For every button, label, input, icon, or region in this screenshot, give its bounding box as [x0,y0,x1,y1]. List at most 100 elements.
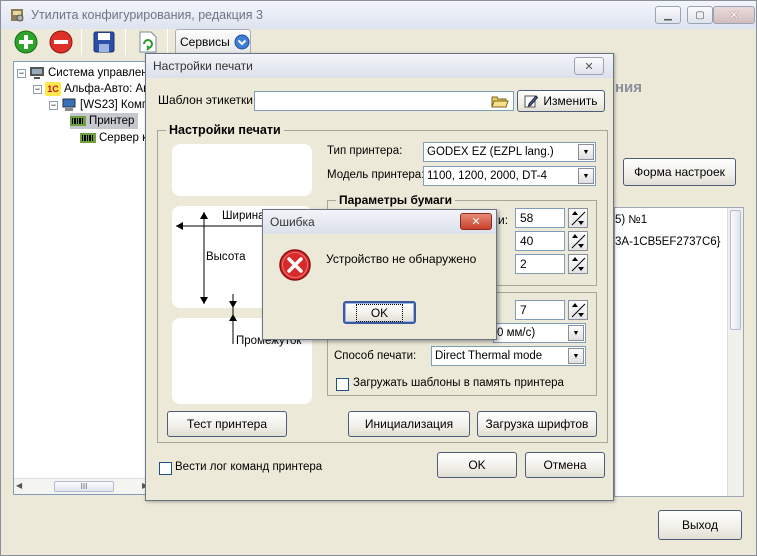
edit-icon [524,95,539,108]
error-icon [279,249,311,281]
load-fonts-button[interactable]: Загрузка шрифтов [477,411,597,437]
list-item: 5) №1 [615,214,648,226]
chevron-down-icon[interactable]: ▼ [578,144,594,160]
list-vertical-scrollbar[interactable] [727,208,743,496]
minimize-icon: ▁ [664,9,672,21]
printer-model-select[interactable]: 1100, 1200, 2000, DT-4 ▼ [423,166,596,186]
template-field[interactable] [254,91,514,111]
paper-width-input[interactable]: 58 [515,208,565,228]
paper-width-label: и: [498,213,509,227]
collapse-icon[interactable]: − [49,100,58,110]
load-templates-checkbox[interactable] [336,378,349,391]
label-diagram-top [172,144,312,196]
printer-model-label: Модель принтера: [327,169,425,181]
printer-type-select[interactable]: GODEX EZ (EZPL lang.) ▼ [423,142,596,162]
printer-type-label: Тип принтера: [327,145,403,157]
change-template-button[interactable]: Изменить [517,90,605,112]
tree-item-server[interactable]: Сервер к [80,130,147,146]
paper-gap-spinner[interactable] [568,254,588,274]
close-icon: ✕ [471,216,481,228]
error-message: Устройство не обнаружено [326,252,477,266]
tree-item-system[interactable]: − Система управлен [17,65,148,81]
barcode-printer-icon [70,114,86,128]
add-icon [14,30,38,54]
main-titlebar[interactable]: Утилита конфигурирования, редакция 3 ▁ ▢… [1,1,756,29]
spinner-icon [571,257,586,272]
details-list[interactable]: 5) №1 3A-1CB5EF2737C6} [614,207,744,497]
collapse-icon[interactable]: − [33,84,42,94]
chevron-down-icon[interactable]: ▼ [568,325,584,341]
app-icon [11,9,24,22]
diagram-height-label: Высота [206,251,246,263]
scrollbar-thumb[interactable] [730,210,741,330]
minimize-button[interactable]: ▁ [655,6,681,24]
maximize-button[interactable]: ▢ [687,6,713,24]
delete-icon [49,30,73,54]
exit-button[interactable]: Выход [658,510,742,540]
chevron-down-icon[interactable]: ▼ [578,168,594,184]
test-printer-button[interactable]: Тест принтера [167,411,287,437]
refresh-button[interactable] [134,29,162,55]
tree-view[interactable]: − Система управлен − 1С Альфа-Авто: Ав −… [13,61,155,495]
template-label: Шаблон этикетки: [158,93,257,107]
print-speed-spinner[interactable] [568,300,588,320]
tree-item-label: Альфа-Авто: Ав [64,83,150,95]
dialog-title: Настройки печати [153,59,253,73]
save-button[interactable] [90,29,118,55]
tree-horizontal-scrollbar[interactable]: ◀ III ▶ [14,478,154,494]
print-method-select[interactable]: Direct Thermal mode ▼ [431,346,586,366]
chevron-down-icon[interactable]: ▼ [568,348,584,364]
printer-type-value: GODEX EZ (EZPL lang.) [427,146,554,158]
change-template-label: Изменить [543,94,598,108]
scroll-left-icon[interactable]: ◀ [16,481,22,490]
save-icon [93,31,115,53]
error-ok-label: OK [355,303,404,322]
scrollbar-thumb[interactable]: III [54,481,114,492]
initialize-button[interactable]: Инициализация [348,411,470,437]
error-title: Ошибка [270,215,315,229]
speed-select-value: 0 мм/с) [497,327,536,339]
tree-item-alfa-auto[interactable]: − 1С Альфа-Авто: Ав [33,81,149,97]
paper-width-spinner[interactable] [568,208,588,228]
dialog-cancel-button[interactable]: Отмена [525,452,605,478]
dialog-ok-button[interactable]: OK [437,452,517,478]
close-icon: ✕ [728,8,740,22]
add-button[interactable] [12,29,40,55]
browse-button[interactable] [487,92,513,110]
tree-item-printer[interactable]: Принтер [70,113,139,129]
error-close-button[interactable]: ✕ [460,213,492,230]
tree-item-label: Сервер к [99,132,148,144]
services-button[interactable]: Сервисы [175,29,251,55]
tree-item-label: Система управлен [48,67,148,79]
paper-height-spinner[interactable] [568,231,588,251]
print-speed-input[interactable]: 7 [515,300,565,320]
log-commands-checkbox[interactable] [159,462,172,475]
1c-icon: 1С [45,82,61,96]
dialog-titlebar[interactable]: Настройки печати ✕ [146,54,613,78]
services-label: Сервисы [180,35,230,49]
dialog-close-button[interactable]: ✕ [574,57,604,75]
details-heading: ния [615,79,643,96]
spinner-icon [571,234,586,249]
tree-item-ws23[interactable]: − [WS23] Комп [49,97,148,113]
close-button[interactable]: ✕ [713,6,755,24]
error-titlebar[interactable]: Ошибка ✕ [263,210,496,234]
form-settings-button[interactable]: Форма настроек [623,158,736,186]
tree-item-label: [WS23] Комп [80,99,149,111]
toolbar-separator [81,29,82,55]
folder-open-icon [491,96,509,108]
load-templates-label: Загружать шаблоны в память принтера [353,377,564,389]
details-panel: ния Форма настроек 5) №1 3A-1CB5EF2737C6… [614,61,749,497]
speed-select[interactable]: 0 мм/с) ▼ [493,323,586,343]
delete-button[interactable] [47,29,75,55]
print-method-label: Способ печати: [334,350,417,362]
paper-height-input[interactable]: 40 [515,231,565,251]
print-method-value: Direct Thermal mode [435,350,543,362]
error-ok-button[interactable]: OK [343,301,416,324]
log-commands-label: Вести лог команд принтера [175,461,323,473]
paper-gap-input[interactable]: 2 [515,254,565,274]
maximize-icon: ▢ [695,9,705,21]
collapse-icon[interactable]: − [17,68,26,78]
close-icon: ✕ [584,60,594,73]
paper-params-group-title: Параметры бумаги [336,193,456,207]
